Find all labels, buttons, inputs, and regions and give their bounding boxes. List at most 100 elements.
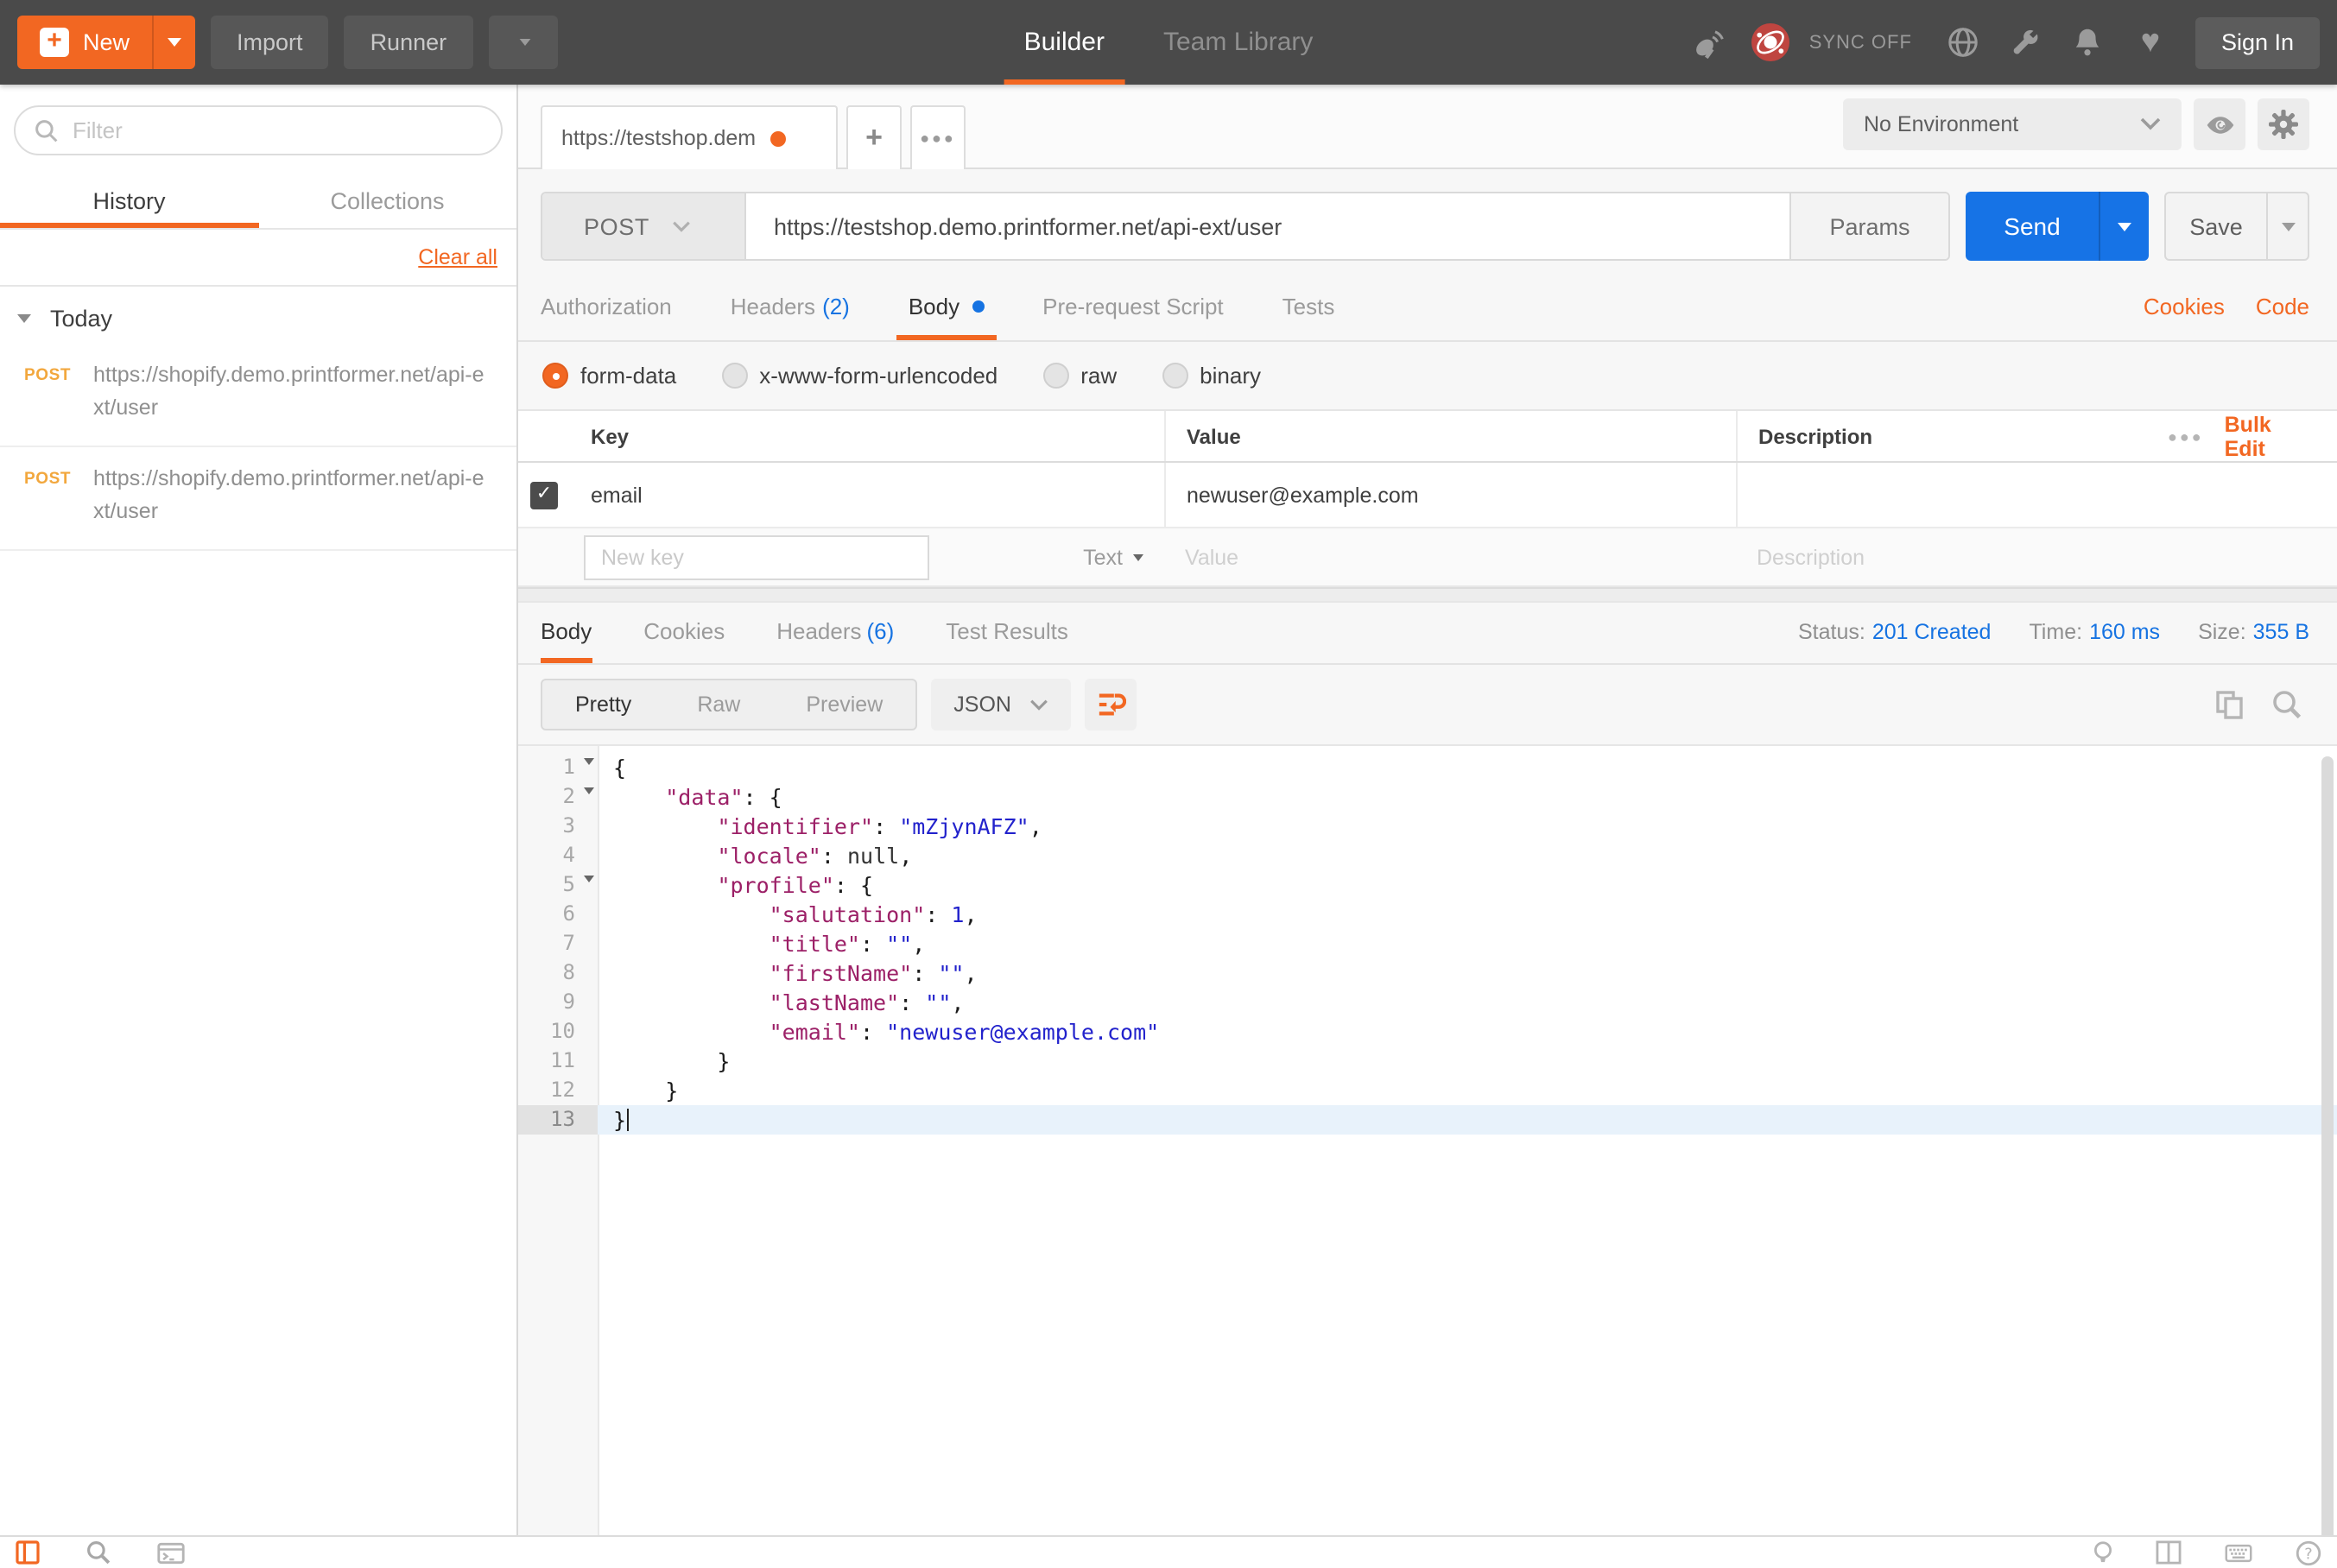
import-button[interactable]: Import bbox=[211, 16, 329, 69]
editor-scrollbar[interactable] bbox=[2321, 756, 2334, 1535]
history-item[interactable]: POSThttps://shopify.demo.printformer.net… bbox=[0, 447, 516, 551]
body-mode-binary[interactable]: binary bbox=[1162, 363, 1261, 389]
filter-input[interactable] bbox=[73, 117, 482, 143]
line-number-gutter[interactable]: 13 bbox=[518, 1105, 598, 1135]
request-tab-pre-request-script[interactable]: Pre-request Script bbox=[1042, 294, 1224, 340]
code-line[interactable]: 10 "email": "newuser@example.com" bbox=[518, 1017, 2337, 1046]
meta-value[interactable]: 201 Created bbox=[1872, 620, 1992, 644]
line-number-gutter[interactable]: 10 bbox=[518, 1017, 598, 1046]
search-icon[interactable] bbox=[2271, 689, 2302, 720]
line-number-gutter[interactable]: 8 bbox=[518, 958, 598, 988]
runner-button[interactable]: Runner bbox=[345, 16, 473, 69]
new-button-main[interactable]: + New bbox=[17, 16, 152, 69]
row-key-cell[interactable]: email bbox=[570, 463, 1164, 527]
type-dropdown[interactable]: Text bbox=[1083, 545, 1164, 569]
meta-value[interactable]: 160 ms bbox=[2089, 620, 2160, 644]
request-tab-headers[interactable]: Headers(2) bbox=[731, 294, 850, 340]
code-line[interactable]: 7 "title": "", bbox=[518, 929, 2337, 958]
settings-button[interactable] bbox=[2258, 98, 2309, 150]
shortcuts-button[interactable] bbox=[2225, 1543, 2252, 1562]
send-options-button[interactable] bbox=[2099, 192, 2149, 261]
environment-preview-button[interactable] bbox=[2194, 98, 2245, 150]
view-mode-raw[interactable]: Raw bbox=[664, 680, 773, 729]
line-number-gutter[interactable]: 1 bbox=[518, 753, 598, 782]
code-line[interactable]: 5 "profile": { bbox=[518, 870, 2337, 900]
sign-in-button[interactable]: Sign In bbox=[2195, 16, 2320, 68]
code-line[interactable]: 9 "lastName": "", bbox=[518, 988, 2337, 1017]
code-line[interactable]: 12 } bbox=[518, 1076, 2337, 1105]
code-line[interactable]: 4 "locale": null, bbox=[518, 841, 2337, 870]
line-number-gutter[interactable]: 3 bbox=[518, 812, 598, 841]
history-group-header[interactable]: Today bbox=[0, 287, 516, 344]
format-select[interactable]: JSON bbox=[931, 679, 1072, 730]
environment-select[interactable]: No Environment bbox=[1843, 98, 2182, 150]
view-mode-preview[interactable]: Preview bbox=[773, 680, 915, 729]
row-checkbox[interactable]: ✓ bbox=[530, 481, 558, 509]
nav-tab-builder[interactable]: Builder bbox=[1024, 0, 1105, 85]
new-value-cell[interactable]: Value bbox=[1164, 528, 1736, 585]
cookies-link[interactable]: Cookies bbox=[2144, 294, 2225, 319]
tips-button[interactable] bbox=[2093, 1540, 2112, 1565]
save-button[interactable]: Save bbox=[2164, 192, 2309, 261]
ellipsis-icon[interactable]: ●●● bbox=[2168, 427, 2204, 445]
tab-options-button[interactable]: ●●● bbox=[910, 105, 966, 169]
save-options-button[interactable] bbox=[2266, 193, 2308, 259]
code-line[interactable]: 2 "data": { bbox=[518, 782, 2337, 812]
tab-collections[interactable]: Collections bbox=[258, 173, 516, 228]
two-pane-view-button[interactable] bbox=[2156, 1540, 2182, 1565]
line-number-gutter[interactable]: 12 bbox=[518, 1076, 598, 1105]
proxy-icon[interactable] bbox=[1690, 23, 1728, 61]
new-key-input[interactable] bbox=[584, 534, 929, 579]
line-number-gutter[interactable]: 9 bbox=[518, 988, 598, 1017]
wrench-icon[interactable] bbox=[2007, 23, 2045, 61]
send-label[interactable]: Send bbox=[1966, 192, 2099, 261]
code-line[interactable]: 11 } bbox=[518, 1046, 2337, 1076]
globe-icon[interactable] bbox=[1945, 23, 1983, 61]
line-number-gutter[interactable]: 6 bbox=[518, 900, 598, 929]
copy-icon[interactable] bbox=[2214, 689, 2245, 720]
code-line[interactable]: 3 "identifier": "mZjynAFZ", bbox=[518, 812, 2337, 841]
response-tab-test-results[interactable]: Test Results bbox=[946, 618, 1068, 663]
row-description-cell[interactable] bbox=[1736, 463, 2168, 527]
body-mode-x-www-form-urlencoded[interactable]: x-www-form-urlencoded bbox=[721, 363, 998, 389]
tab-history[interactable]: History bbox=[0, 173, 258, 228]
body-mode-raw[interactable]: raw bbox=[1042, 363, 1117, 389]
bulk-edit-link[interactable]: Bulk Edit bbox=[2225, 412, 2315, 460]
line-number-gutter[interactable]: 4 bbox=[518, 841, 598, 870]
line-number-gutter[interactable]: 11 bbox=[518, 1046, 598, 1076]
line-number-gutter[interactable]: 7 bbox=[518, 929, 598, 958]
code-line[interactable]: 13} bbox=[518, 1105, 2337, 1135]
new-description-cell[interactable]: Description bbox=[1736, 528, 2168, 585]
line-number-gutter[interactable]: 5 bbox=[518, 870, 598, 900]
notifications-bell-icon[interactable] bbox=[2069, 23, 2107, 61]
url-input[interactable] bbox=[746, 193, 1789, 259]
new-button-dropdown[interactable] bbox=[152, 16, 195, 69]
heart-icon[interactable]: ♥ bbox=[2131, 23, 2169, 61]
history-item[interactable]: POSThttps://shopify.demo.printformer.net… bbox=[0, 344, 516, 447]
view-mode-pretty[interactable]: Pretty bbox=[542, 680, 664, 729]
response-tab-cookies[interactable]: Cookies bbox=[643, 618, 725, 663]
meta-value[interactable]: 355 B bbox=[2253, 620, 2309, 644]
code-line[interactable]: 1{ bbox=[518, 753, 2337, 782]
nav-tab-team-library[interactable]: Team Library bbox=[1163, 0, 1313, 85]
toggle-sidebar-button[interactable] bbox=[16, 1540, 40, 1565]
code-link[interactable]: Code bbox=[2256, 294, 2309, 319]
row-value-cell[interactable]: newuser@example.com bbox=[1164, 463, 1736, 527]
request-response-divider[interactable] bbox=[518, 587, 2337, 603]
code-line[interactable]: 6 "salutation": 1, bbox=[518, 900, 2337, 929]
params-button[interactable]: Params bbox=[1789, 193, 1948, 259]
request-tab[interactable]: https://testshop.demo bbox=[541, 105, 838, 169]
code-line[interactable]: 8 "firstName": "", bbox=[518, 958, 2337, 988]
request-tab-tests[interactable]: Tests bbox=[1282, 294, 1335, 340]
global-search-button[interactable] bbox=[86, 1540, 111, 1565]
body-mode-form-data[interactable]: form-data bbox=[542, 363, 676, 389]
clear-all-link[interactable]: Clear all bbox=[418, 245, 497, 269]
response-body-editor[interactable]: 1{2 "data": {3 "identifier": "mZjynAFZ",… bbox=[518, 744, 2337, 1535]
wrap-lines-button[interactable] bbox=[1086, 679, 1137, 730]
request-tab-body[interactable]: Body bbox=[909, 294, 984, 340]
line-number-gutter[interactable]: 2 bbox=[518, 782, 598, 812]
console-button[interactable] bbox=[157, 1541, 185, 1564]
response-tab-headers[interactable]: Headers(6) bbox=[776, 618, 894, 663]
new-tab-button[interactable]: + bbox=[846, 105, 902, 169]
save-label[interactable]: Save bbox=[2166, 193, 2266, 259]
